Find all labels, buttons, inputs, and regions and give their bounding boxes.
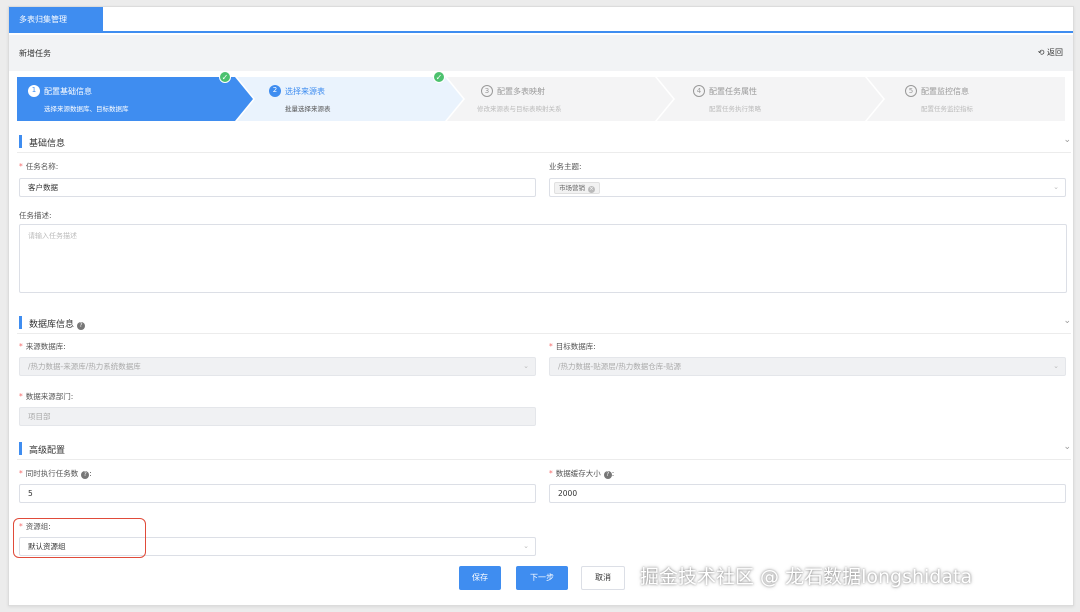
business-topic-tag: 市场营销 × <box>554 182 600 194</box>
steps-bar: 1 配置基础信息 选择来源数据库、目标数据库 ✓ 2 选择来源表 批量选择来源表… <box>17 71 1065 121</box>
step-number: 5 <box>905 85 917 97</box>
step-desc: 配置任务执行策略 <box>709 105 761 113</box>
step-5[interactable]: 5 配置监控信息 配置任务监控指标 <box>867 77 1065 121</box>
tab-bar: 多表归集管理 <box>9 7 1073 33</box>
target-db-select: /热力数据-贴源层/热力数据仓库-贴源 ⌄ <box>549 357 1066 376</box>
save-button[interactable]: 保存 <box>459 566 501 590</box>
cache-size-input[interactable]: 2000 <box>549 484 1066 503</box>
page-title: 新增任务 <box>19 49 51 58</box>
section-database-info[interactable]: 数据库信息? ⌄ <box>17 312 1071 334</box>
task-name-label: * 任务名称: <box>19 162 59 171</box>
step-4-bg <box>657 77 883 121</box>
section-bar <box>19 442 22 455</box>
step-2-bg <box>237 77 463 121</box>
chevron-down-icon: ⌄ <box>1053 362 1059 370</box>
chevron-down-icon: ⌄ <box>523 362 529 370</box>
step-title: 配置基础信息 <box>44 87 92 96</box>
next-step-button[interactable]: 下一步 <box>516 566 568 590</box>
cancel-button[interactable]: 取消 <box>581 566 625 590</box>
help-icon[interactable]: ? <box>603 471 612 479</box>
step-title: 配置任务属性 <box>709 87 757 96</box>
section-title: 高级配置 <box>29 446 66 456</box>
source-db-label: * 来源数据库: <box>19 342 66 351</box>
target-db-label: * 目标数据库: <box>549 342 596 351</box>
step-number: 4 <box>693 85 705 97</box>
step-3-bg <box>447 77 673 121</box>
source-dept-input: 项目部 <box>19 407 536 426</box>
chevron-down-icon: ⌄ <box>1053 183 1059 191</box>
business-topic-label: 业务主题: <box>549 162 582 171</box>
help-icon[interactable]: ? <box>81 471 90 479</box>
step-2[interactable]: 2 选择来源表 批量选择来源表 ✓ <box>237 71 465 121</box>
step-3[interactable]: 3 配置多表映射 修改来源表与目标表映射关系 <box>447 77 675 121</box>
page-header: 新增任务 ⟲ 返回 <box>9 35 1073 71</box>
step-5-bg <box>867 77 1065 121</box>
source-db-select: /热力数据-来源库/热力系统数据库 ⌄ <box>19 357 536 376</box>
source-dept-label: * 数据来源部门: <box>19 392 74 401</box>
section-bar <box>19 316 22 329</box>
step-1-bg <box>17 77 253 121</box>
chevron-down-icon[interactable]: ⌄ <box>1063 135 1071 145</box>
check-icon: ✓ <box>433 71 445 83</box>
section-advanced-config[interactable]: 高级配置 ⌄ <box>17 438 1071 460</box>
step-desc: 配置任务监控指标 <box>921 105 973 113</box>
section-title: 基础信息 <box>29 139 66 149</box>
help-icon[interactable]: ? <box>77 322 86 330</box>
step-4[interactable]: 4 配置任务属性 配置任务执行策略 <box>657 77 885 121</box>
task-desc-textarea[interactable]: 请输入任务描述 <box>19 224 1067 293</box>
watermark: 掘金技术社区 @ 龙石数据longshidata <box>640 566 973 588</box>
step-desc: 选择来源数据库、目标数据库 <box>44 105 129 113</box>
step-1[interactable]: 1 配置基础信息 选择来源数据库、目标数据库 ✓ <box>17 71 255 121</box>
step-title: 配置多表映射 <box>497 87 545 96</box>
cache-size-label: * 数据缓存大小?: <box>549 469 615 479</box>
close-icon[interactable]: × <box>588 186 595 193</box>
resource-group-highlight <box>13 518 146 558</box>
section-title: 数据库信息? <box>29 317 86 330</box>
chevron-down-icon[interactable]: ⌄ <box>1063 442 1071 452</box>
section-bar <box>19 135 22 148</box>
task-desc-label: 任务描述: <box>19 211 52 220</box>
chevron-down-icon[interactable]: ⌄ <box>1063 316 1071 326</box>
step-title: 配置监控信息 <box>921 87 969 96</box>
section-basic-info[interactable]: 基础信息 ⌄ <box>17 131 1071 153</box>
step-desc: 修改来源表与目标表映射关系 <box>477 105 562 113</box>
check-icon: ✓ <box>219 71 231 83</box>
page-frame: 多表归集管理 新增任务 ⟲ 返回 1 配置基础信息 选择来源数据库、目标数据库 … <box>8 6 1074 606</box>
step-number: 2 <box>269 85 281 97</box>
concurrent-tasks-input[interactable]: 5 <box>19 484 536 503</box>
business-topic-select[interactable]: 市场营销 × ⌄ <box>549 178 1066 197</box>
chevron-down-icon: ⌄ <box>523 542 529 550</box>
back-icon: ⟲ <box>1037 48 1045 57</box>
step-number: 1 <box>28 85 40 97</box>
step-desc: 批量选择来源表 <box>285 105 331 113</box>
back-label: 返回 <box>1047 48 1063 57</box>
tab-multi-table-collection[interactable]: 多表归集管理 <box>9 7 103 33</box>
concurrent-tasks-label: * 同时执行任务数?: <box>19 469 92 479</box>
step-number: 3 <box>481 85 493 97</box>
back-button[interactable]: ⟲ 返回 <box>1038 47 1063 58</box>
step-title: 选择来源表 <box>285 87 325 96</box>
task-name-input[interactable]: 客户数据 <box>19 178 536 197</box>
